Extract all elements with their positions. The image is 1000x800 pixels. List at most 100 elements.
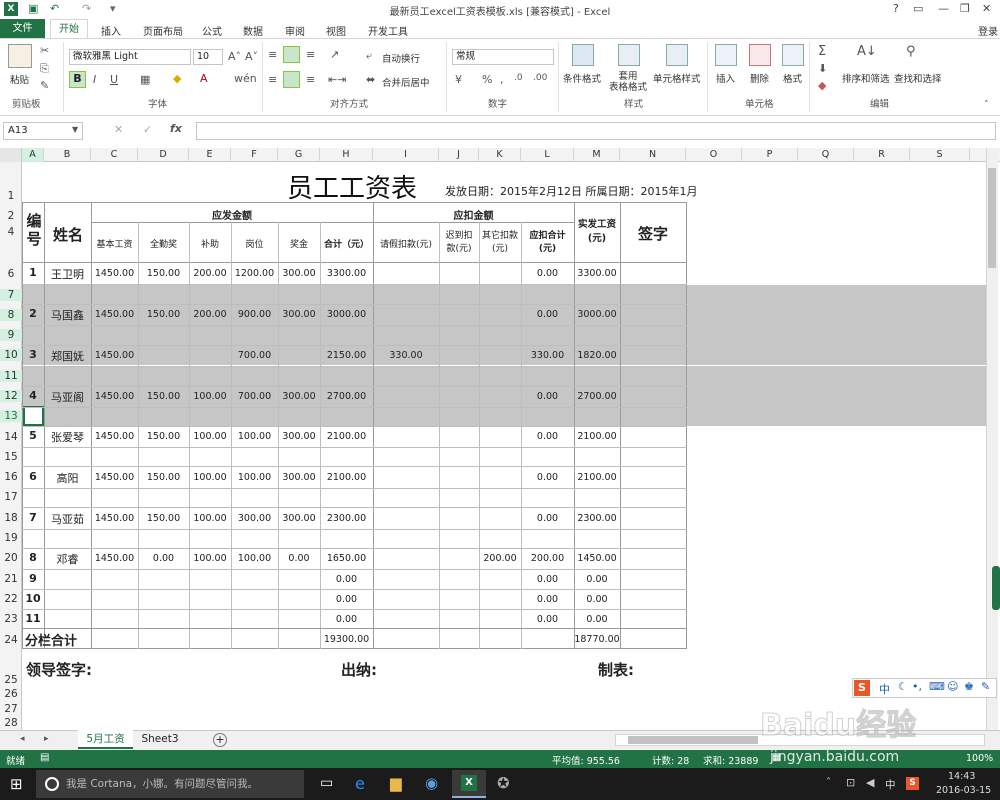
align-center-icon[interactable] [283,71,300,88]
column-header[interactable]: M [574,148,620,162]
wrap-text-icon[interactable]: ⤶ [366,49,372,63]
table-cell-name[interactable]: 马国鑫 [44,307,91,323]
table-cell-total[interactable]: 2100.00 [320,431,373,442]
row-header[interactable]: 12 [0,390,22,402]
row-header[interactable]: 4 [0,226,22,238]
row-header[interactable]: 19 [0,532,22,544]
column-header[interactable]: E [189,148,231,162]
table-cell-no[interactable]: 8 [22,551,44,564]
font-color-icon[interactable]: A [200,72,208,85]
ime-user-icon[interactable]: ☺ [947,680,958,693]
table-cell-net[interactable]: 2300.00 [574,513,620,524]
tab-file[interactable]: 文件 [0,19,45,39]
windows-start-icon[interactable]: ⊞ [10,776,26,792]
table-cell-bonus[interactable]: 300.00 [278,472,320,483]
column-header[interactable]: S [910,148,970,162]
font-size-select[interactable]: 10 [193,49,223,65]
table-cell-bonus[interactable]: 300.00 [278,309,320,320]
table-cell-subsidy[interactable]: 100.00 [189,513,231,524]
table-cell-total[interactable]: 2700.00 [320,391,373,402]
table-cell-total[interactable]: 2100.00 [320,472,373,483]
ime-moon-icon[interactable]: ☾ [898,680,908,693]
ime-mode-label[interactable]: 中 [879,681,890,697]
table-cell-subsidy[interactable]: 100.00 [189,431,231,442]
table-cell-post[interactable]: 700.00 [231,391,278,402]
table-cell-name[interactable]: 马亚茹 [44,511,91,527]
clock-time[interactable]: 14:43 [948,771,975,782]
table-cell-bonus[interactable]: 300.00 [278,513,320,524]
column-header[interactable]: H [320,148,373,162]
table-cell-total[interactable]: 0.00 [320,574,373,585]
orientation-icon[interactable]: ↗ [330,48,339,61]
zoom-level[interactable]: 100% [966,753,993,764]
table-cell-base[interactable]: 1450.00 [91,513,138,524]
increase-decimal-icon[interactable]: .0 [514,73,523,83]
table-cell-net[interactable]: 0.00 [574,574,620,585]
table-cell-total[interactable]: 1650.00 [320,553,373,564]
formula-input[interactable] [196,122,996,140]
wrap-text-button[interactable]: 自动换行 [382,51,420,65]
table-cell-dtotal[interactable]: 0.00 [521,309,574,320]
prev-sheet-icon[interactable]: ◂ [20,734,25,744]
row-header[interactable]: 22 [0,593,22,605]
tray-expand-icon[interactable]: ˄ [826,777,831,788]
paste-icon[interactable] [8,44,32,68]
tab-view[interactable]: 视图 [326,23,346,38]
table-cell-dtotal[interactable]: 0.00 [521,472,574,483]
table-cell-name[interactable]: 王卫明 [44,266,91,282]
vertical-scroll-thumb[interactable] [988,168,996,268]
row-header[interactable]: 28 [0,717,22,729]
table-cell-total[interactable]: 3000.00 [320,309,373,320]
cortana-search[interactable]: 我是 Cortana，小娜。有问题尽管问我。 [36,770,304,798]
table-cell-dtotal[interactable]: 0.00 [521,614,574,625]
ime-keyboard-icon[interactable]: ⌨ [929,680,945,693]
table-cell-attend[interactable]: 150.00 [138,309,189,320]
table-cell-post[interactable]: 100.00 [231,472,278,483]
table-cell-subsidy[interactable]: 100.00 [189,472,231,483]
column-header[interactable]: K [479,148,521,162]
number-format-select[interactable]: 常规 [452,49,554,65]
row-header[interactable]: 16 [0,471,22,483]
minimize-icon[interactable]: — [938,2,949,15]
table-cell-net[interactable]: 2100.00 [574,431,620,442]
row-header[interactable]: 20 [0,552,22,564]
row-header[interactable]: 10 [0,349,22,361]
table-cell-subsidy[interactable]: 200.00 [189,309,231,320]
table-cell-post[interactable]: 1200.00 [231,268,278,279]
table-cell-bonus[interactable]: 0.00 [278,553,320,564]
table-cell-no[interactable]: 10 [22,592,44,605]
row-header[interactable]: 13 [0,410,22,422]
table-cell-total[interactable]: 3300.00 [320,268,373,279]
column-header[interactable]: Q [798,148,854,162]
border-icon[interactable]: ▦ [140,73,150,86]
tab-review[interactable]: 审阅 [285,23,305,38]
table-cell-dtotal[interactable]: 0.00 [521,431,574,442]
table-cell-net[interactable]: 1820.00 [574,350,620,361]
clear-icon[interactable]: ◆ [818,79,826,92]
row-header[interactable]: 27 [0,703,22,715]
table-cell-post[interactable]: 700.00 [231,350,278,361]
align-right-icon[interactable]: ≡ [306,73,315,86]
column-header[interactable]: F [231,148,278,162]
help-button[interactable]: ? [893,2,899,15]
table-cell-net[interactable]: 0.00 [574,614,620,625]
row-header[interactable]: 7 [0,289,22,301]
shrink-font-icon[interactable]: A˅ [245,50,258,63]
fill-color-icon[interactable]: ◆ [173,72,181,85]
macro-record-icon[interactable]: ▤ [40,752,49,763]
row-header[interactable]: 15 [0,451,22,463]
network-icon[interactable]: ⊡ [846,776,855,789]
row-header[interactable]: 9 [0,329,22,341]
phonetic-icon[interactable]: wén [234,72,257,85]
task-view-icon[interactable]: ▭ [320,775,333,791]
ribbon-display-icon[interactable]: ▭ [913,2,923,15]
table-cell-attend[interactable]: 150.00 [138,391,189,402]
row-header[interactable]: 14 [0,431,22,443]
cell-styles-button[interactable]: 单元格样式 [653,71,701,85]
ime-toolbar[interactable] [852,678,997,698]
table-cell-base[interactable]: 1450.00 [91,350,138,361]
tab-page-layout[interactable]: 页面布局 [143,23,183,38]
sheet-tab-may-salary[interactable]: 5月工资 [78,730,133,749]
column-header[interactable]: A [22,148,44,162]
table-cell-dtotal[interactable]: 330.00 [521,350,574,361]
